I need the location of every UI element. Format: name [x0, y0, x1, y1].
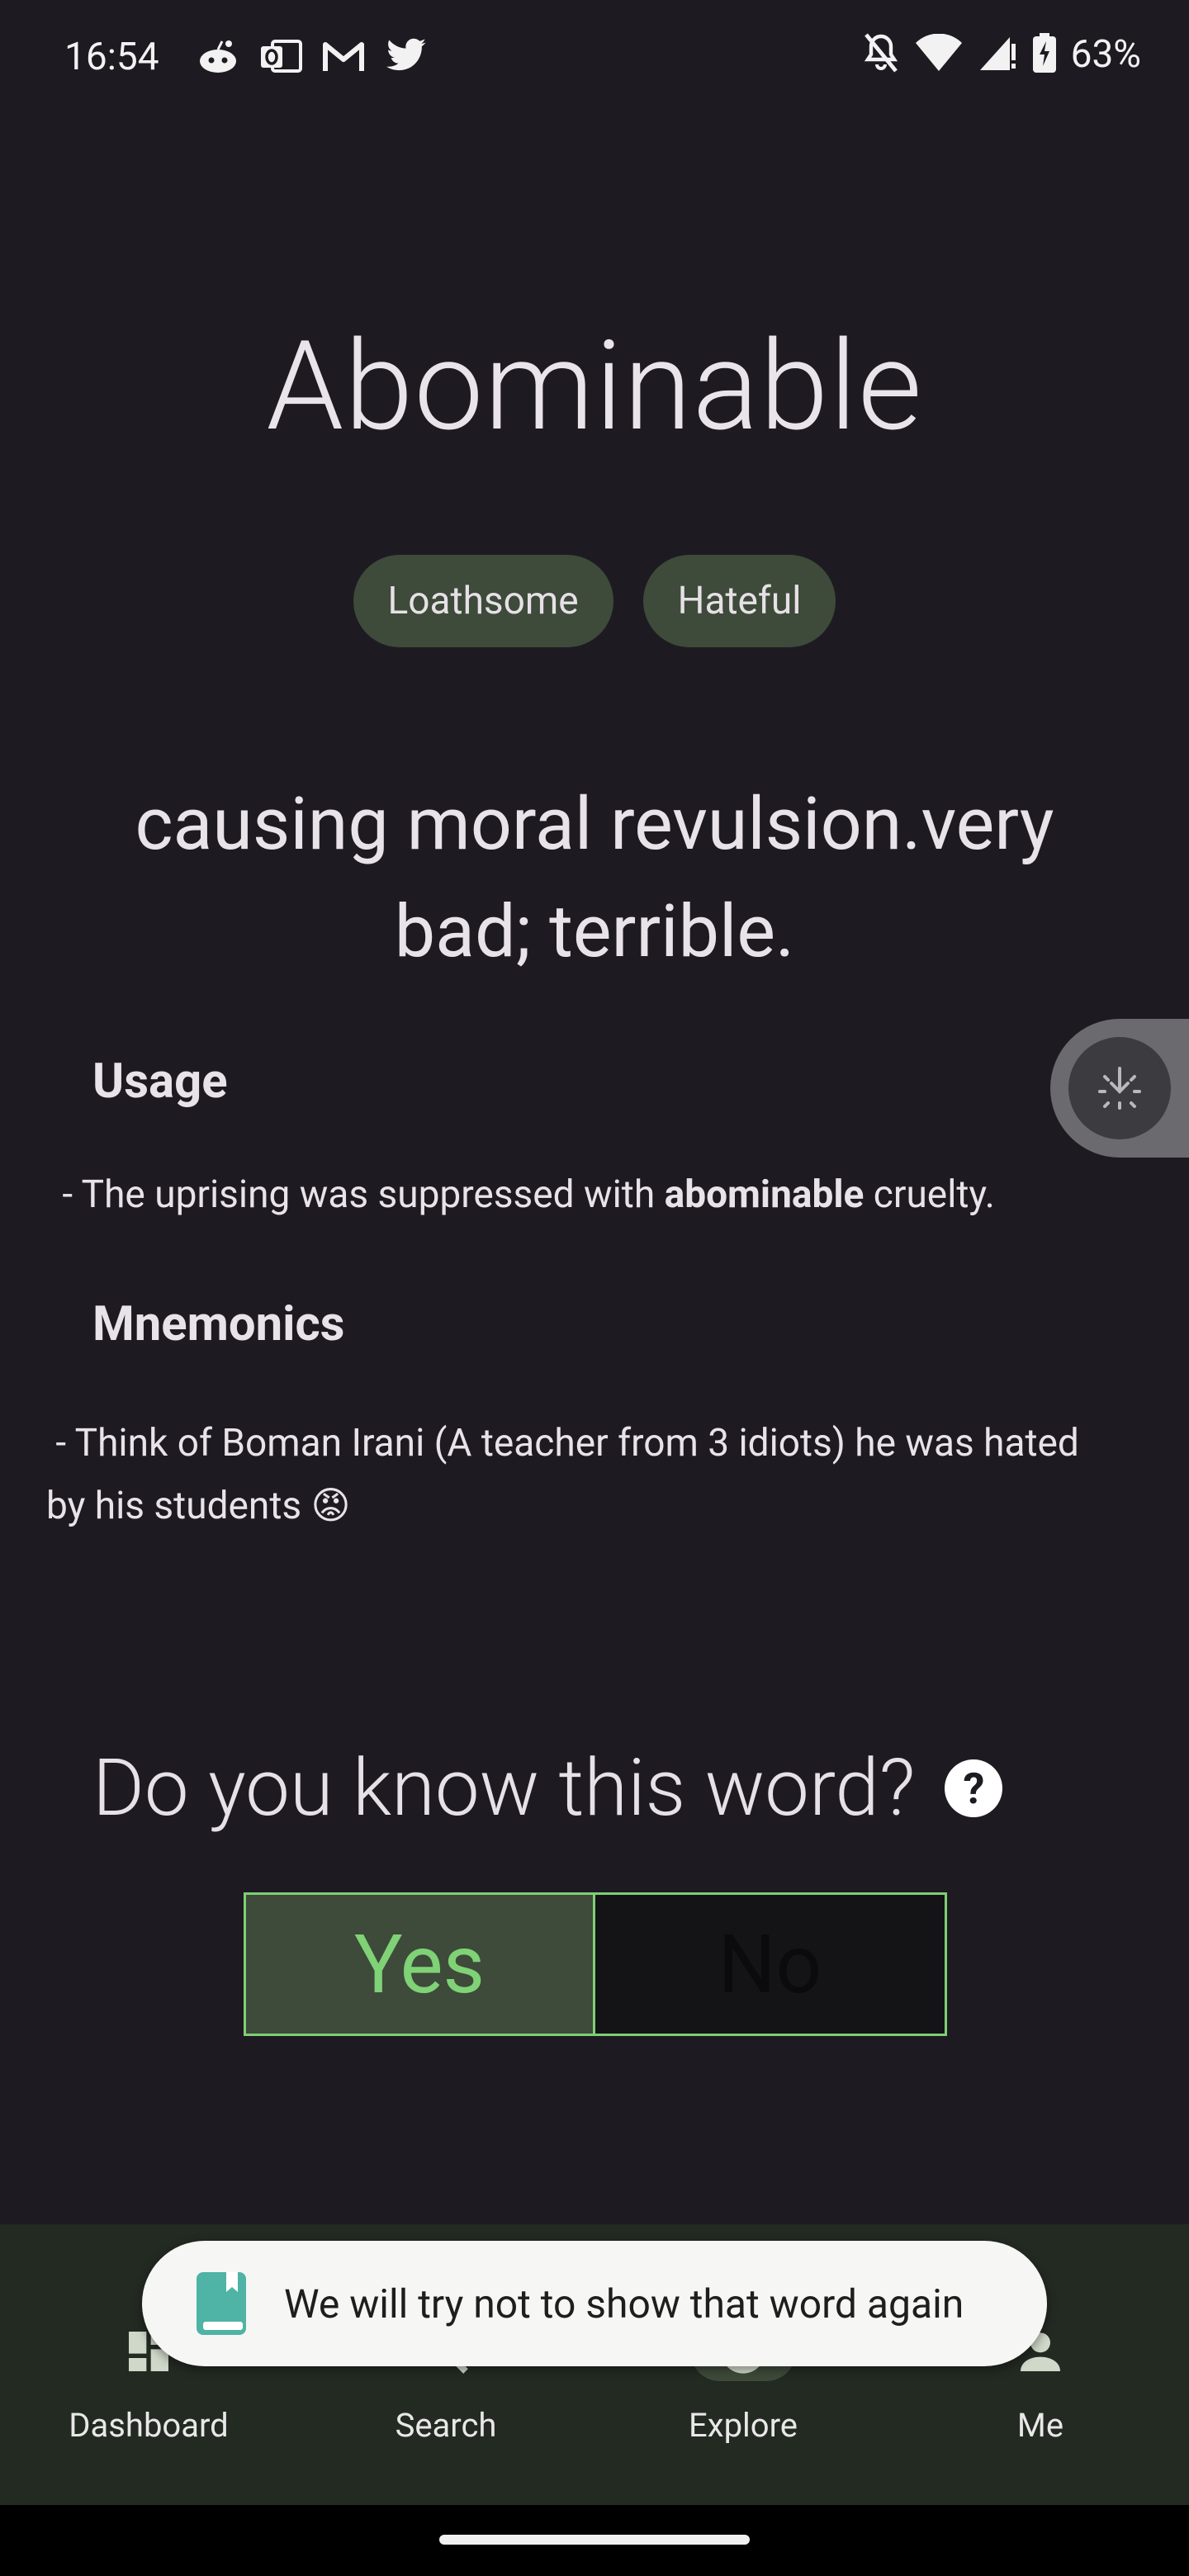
word-definition: causing moral revulsion.very bad; terrib… — [135, 782, 1054, 974]
status-bar: 16:54 63% — [0, 0, 1189, 116]
yes-button[interactable]: Yes — [246, 1895, 595, 2034]
gmail-icon — [320, 36, 367, 76]
mute-icon — [861, 31, 901, 78]
battery-percentage: 63% — [1070, 32, 1141, 77]
usage-suffix: cruelty. — [864, 1172, 995, 1217]
synonym-chip[interactable]: Loathsome — [353, 555, 613, 647]
usage-heading: Usage — [92, 1054, 228, 1110]
help-icon[interactable]: ? — [945, 1759, 1003, 1817]
nav-label: Dashboard — [69, 2406, 229, 2445]
word-title: Abominable — [266, 314, 923, 459]
notification-icons — [195, 36, 429, 76]
mnemonics-text: - Think of Boman Irani (A teacher from 3… — [46, 1421, 1089, 1528]
nav-label: Explore — [689, 2406, 798, 2445]
system-icons: 63% — [861, 31, 1141, 78]
nav-label: Search — [395, 2406, 497, 2445]
synonym-chip[interactable]: Hateful — [642, 555, 836, 647]
know-word-question: Do you know this word? ? — [92, 1742, 1003, 1835]
wifi-icon — [915, 33, 962, 75]
reddit-icon — [195, 36, 241, 76]
floating-side-button[interactable] — [1050, 1019, 1189, 1158]
twitter-icon — [383, 36, 429, 76]
usage-example: - The uprising was suppressed with abomi… — [53, 1172, 995, 1217]
usage-highlight: abominable — [664, 1172, 865, 1217]
nav-label: Me — [1016, 2406, 1064, 2445]
gesture-bar — [0, 2505, 1189, 2576]
answer-toggle: Yes No — [244, 1892, 947, 2036]
mnemonics-heading: Mnemonics — [92, 1296, 345, 1352]
synonym-chips: Loathsome Hateful — [0, 555, 1189, 647]
snackbar-message: We will try not to show that word again — [284, 2280, 964, 2327]
status-time: 16:54 — [64, 35, 159, 79]
battery-charging-icon — [1032, 33, 1056, 76]
question-text: Do you know this word? — [92, 1742, 916, 1835]
outlook-icon — [258, 36, 304, 76]
signal-icon — [977, 34, 1018, 75]
snackbar-toast: We will try not to show that word again — [142, 2241, 1047, 2366]
book-icon — [193, 2269, 249, 2338]
no-button[interactable]: No — [595, 1895, 945, 2034]
usage-prefix: - The uprising was suppressed with — [53, 1172, 665, 1217]
home-indicator[interactable] — [439, 2535, 750, 2545]
collapse-icon — [1068, 1037, 1171, 1139]
